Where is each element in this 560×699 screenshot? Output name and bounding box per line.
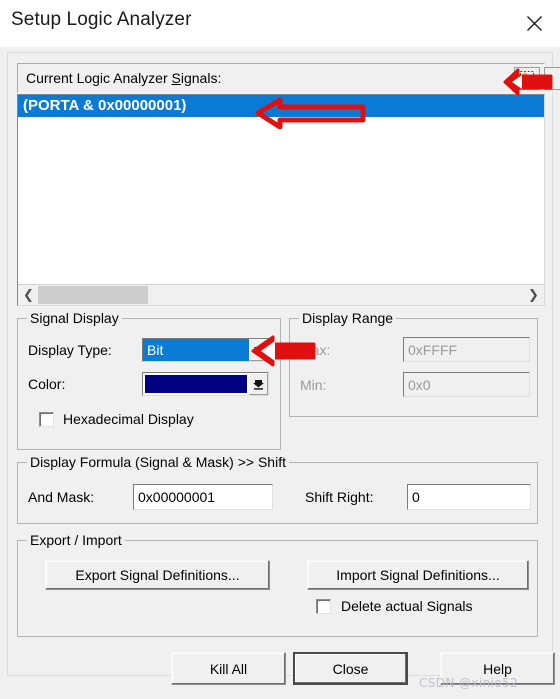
color-combo[interactable] <box>142 372 269 396</box>
horizontal-scrollbar[interactable]: ❮ ❯ <box>18 284 544 305</box>
window-title: Setup Logic Analyzer <box>11 9 192 30</box>
color-label: Color: <box>28 376 66 392</box>
min-label: Min: <box>300 377 327 393</box>
chevron-left-icon[interactable]: ❮ <box>20 285 37 305</box>
signals-list-box[interactable]: (PORTA & 0x00000001) ❮ ❯ <box>17 94 545 306</box>
list-item[interactable]: (PORTA & 0x00000001) <box>18 95 544 117</box>
hexadecimal-display-checkbox[interactable] <box>39 412 54 427</box>
shift-right-input[interactable]: 0 <box>407 484 531 510</box>
color-dropdown-icon[interactable] <box>249 373 268 395</box>
title-bar: Setup Logic Analyzer <box>0 0 560 47</box>
new-signal-button-secondary[interactable] <box>544 67 560 90</box>
kill-all-button[interactable]: Kill All <box>171 652 286 685</box>
delete-actual-signals-label: Delete actual Signals <box>341 598 473 614</box>
signal-display-group: Signal Display Display Type: Bit Color: <box>17 310 281 450</box>
display-type-combo[interactable]: Bit <box>142 338 269 362</box>
max-input[interactable]: 0xFFFF <box>403 337 530 362</box>
signals-header-label: Current Logic Analyzer Signals: <box>26 70 222 86</box>
import-signal-definitions-button[interactable]: Import Signal Definitions... <box>307 560 529 590</box>
signals-header-bar: Current Logic Analyzer Signals: <box>17 63 560 93</box>
signals-list-items: (PORTA & 0x00000001) <box>18 95 544 283</box>
hexadecimal-display-label: Hexadecimal Display <box>63 411 194 427</box>
export-import-group-title: Export / Import <box>27 532 125 548</box>
watermark: CSDN @xinio52 <box>419 676 519 690</box>
close-dialog-button[interactable]: Close <box>293 652 408 685</box>
export-signal-definitions-button[interactable]: Export Signal Definitions... <box>45 560 270 590</box>
display-range-group-title: Display Range <box>299 310 397 326</box>
export-import-group: Export / Import Export Signal Definition… <box>17 532 538 637</box>
shift-right-label: Shift Right: <box>305 489 374 505</box>
scrollbar-thumb[interactable] <box>38 286 148 304</box>
new-signal-icon <box>520 71 534 86</box>
display-formula-group: Display Formula (Signal & Mask) >> Shift… <box>17 454 538 524</box>
max-label: Max: <box>300 342 331 358</box>
display-type-value: Bit <box>143 339 249 361</box>
close-icon <box>526 15 542 31</box>
and-mask-input[interactable]: 0x00000001 <box>133 484 273 510</box>
delete-actual-signals-checkbox[interactable] <box>316 599 331 614</box>
display-formula-group-title: Display Formula (Signal & Mask) >> Shift <box>27 454 289 470</box>
min-input[interactable]: 0x0 <box>403 372 530 397</box>
signal-display-group-title: Signal Display <box>27 310 122 326</box>
color-swatch <box>145 375 247 393</box>
new-signal-button[interactable] <box>514 67 540 90</box>
chevron-right-icon[interactable]: ❯ <box>525 285 542 305</box>
dialog-client-area: Current Logic Analyzer Signals: (PORTA &… <box>0 47 560 699</box>
close-button[interactable] <box>517 8 551 38</box>
and-mask-label: And Mask: <box>28 489 95 505</box>
chevron-down-icon[interactable] <box>249 339 268 361</box>
dialog-panel: Current Logic Analyzer Signals: (PORTA &… <box>7 52 560 685</box>
display-range-group: Display Range Max: 0xFFFF Min: 0x0 <box>289 310 538 417</box>
display-type-label: Display Type: <box>28 342 112 358</box>
